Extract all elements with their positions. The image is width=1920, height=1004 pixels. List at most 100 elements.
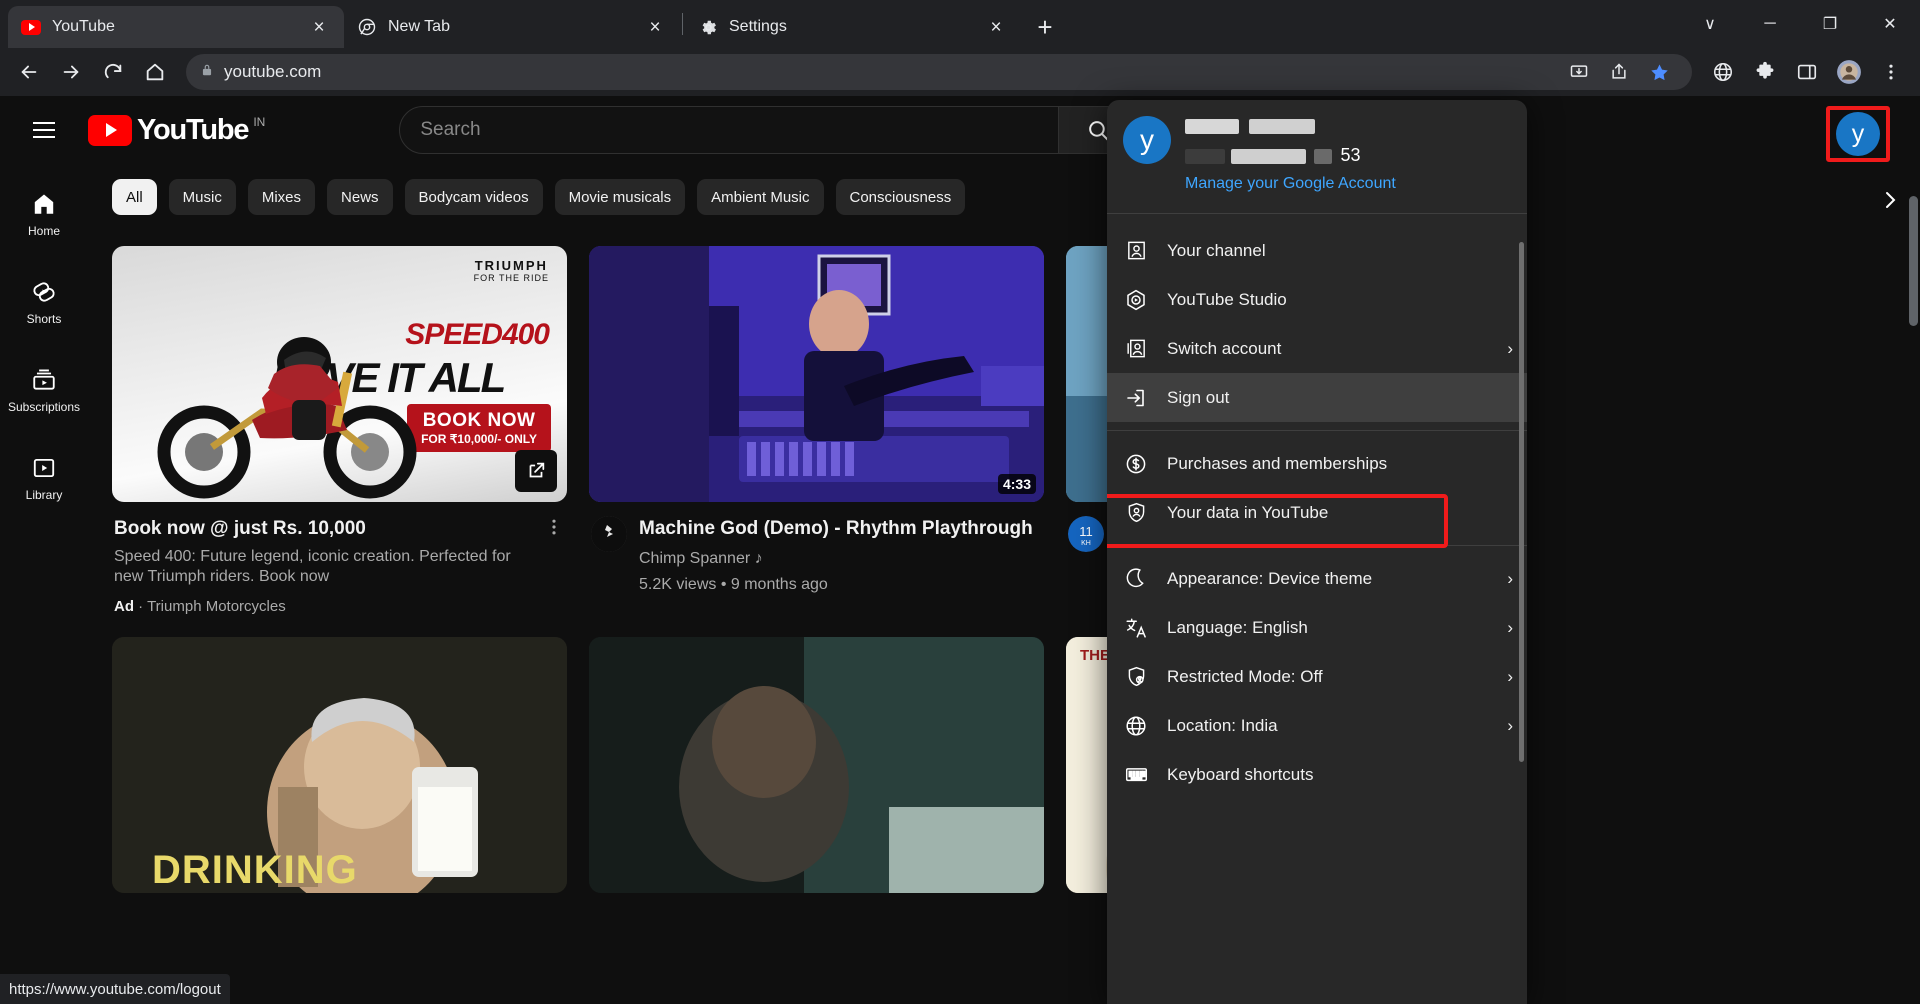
menu-item-language[interactable]: Language: English ›	[1107, 603, 1527, 652]
menu-item-restricted-mode[interactable]: Restricted Mode: Off ›	[1107, 652, 1527, 701]
new-tab-button[interactable]: +	[1027, 9, 1063, 45]
sidebar-item-label: Shorts	[27, 312, 62, 326]
chip-consciousness[interactable]: Consciousness	[836, 179, 966, 215]
sidebar-item-library[interactable]: Library	[0, 434, 88, 522]
chip-all[interactable]: All	[112, 179, 157, 215]
youtube-main: All Music Mixes News Bodycam videos Movi…	[90, 164, 1920, 1004]
install-app-icon[interactable]	[1560, 53, 1598, 91]
video-thumbnail[interactable]: DRINKING	[112, 637, 567, 893]
gear-icon	[697, 16, 719, 38]
youtube-logo[interactable]: YouTube IN	[88, 115, 265, 146]
sidebar-item-label: Library	[26, 488, 63, 502]
browser-tab-settings[interactable]: Settings ×	[685, 6, 1021, 48]
menu-scrollbar[interactable]	[1519, 242, 1524, 762]
external-link-icon[interactable]	[515, 450, 557, 492]
sidebar-item-shorts[interactable]: Shorts	[0, 258, 88, 346]
menu-item-appearance[interactable]: Appearance: Device theme ›	[1107, 554, 1527, 603]
video-thumbnail[interactable]: 4:33	[589, 246, 1044, 502]
sidebar-item-label: Subscriptions	[8, 400, 80, 414]
reload-icon[interactable]	[94, 53, 132, 91]
chip-movie-musicals[interactable]: Movie musicals	[555, 179, 686, 215]
chevron-right-icon: ›	[1507, 618, 1513, 638]
channel-name[interactable]: Chimp Spanner ♪	[639, 550, 1044, 568]
account-count-badge: 53	[1340, 145, 1360, 165]
side-panel-icon[interactable]	[1788, 53, 1826, 91]
address-bar[interactable]: youtube.com	[186, 54, 1692, 90]
menu-item-label: Sign out	[1167, 388, 1513, 408]
chip-ambient-music[interactable]: Ambient Music	[697, 179, 823, 215]
menu-item-label: Your data in YouTube	[1167, 503, 1513, 523]
shield-person-icon	[1123, 500, 1149, 526]
youtube-studio-icon	[1123, 287, 1149, 313]
menu-item-label: Location: India	[1167, 716, 1489, 736]
chevron-right-icon[interactable]	[1870, 180, 1910, 220]
chip-bodycam-videos[interactable]: Bodycam videos	[405, 179, 543, 215]
menu-item-purchases-and-memberships[interactable]: Purchases and memberships	[1107, 439, 1527, 488]
hamburger-menu-icon[interactable]	[20, 106, 68, 154]
tab-search-chevron-down-icon[interactable]: ∨	[1680, 0, 1740, 48]
menu-item-label: YouTube Studio	[1167, 290, 1513, 310]
extensions-puzzle-icon[interactable]	[1746, 53, 1784, 91]
menu-item-label: Purchases and memberships	[1167, 454, 1513, 474]
manage-google-account-link[interactable]: Manage your Google Account	[1185, 175, 1509, 193]
chip-mixes[interactable]: Mixes	[248, 179, 315, 215]
youtube-play-icon	[88, 115, 132, 146]
menu-item-keyboard-shortcuts[interactable]: Keyboard shortcuts	[1107, 750, 1527, 799]
ad-thumbnail[interactable]: TRIUMPH FOR THE RIDE SPEED400 HAVE IT AL…	[112, 246, 567, 502]
three-dot-menu-icon[interactable]	[541, 516, 567, 615]
avatar[interactable]	[591, 516, 627, 552]
menu-divider	[1107, 213, 1527, 214]
browser-tab-new-tab[interactable]: New Tab ×	[344, 6, 680, 48]
home-icon[interactable]	[136, 53, 174, 91]
sidebar-item-subscriptions[interactable]: Subscriptions	[0, 346, 88, 434]
chip-music[interactable]: Music	[169, 179, 236, 215]
filter-chip-bar: All Music Mixes News Bodycam videos Movi…	[90, 164, 1920, 224]
video-duration: 4:33	[998, 474, 1036, 494]
tab-close-button[interactable]: ×	[642, 14, 668, 40]
ad-title: Book now @ just Rs. 10,000	[114, 516, 529, 542]
menu-item-sign-out[interactable]: Sign out	[1107, 373, 1527, 422]
video-grid-row-1: TRIUMPH FOR THE RIDE SPEED400 HAVE IT AL…	[90, 224, 1920, 615]
tab-close-button[interactable]: ×	[983, 14, 1009, 40]
moon-icon	[1123, 566, 1149, 592]
ad-card[interactable]: TRIUMPH FOR THE RIDE SPEED400 HAVE IT AL…	[112, 246, 567, 615]
back-icon[interactable]	[10, 53, 48, 91]
thumbnail-art	[589, 637, 1044, 893]
subscriptions-icon	[31, 367, 57, 393]
youtube-sidebar: Home Shorts Subscriptions	[0, 164, 90, 1004]
page-scrollbar[interactable]	[1909, 196, 1918, 326]
search-input[interactable]: Search	[399, 106, 1059, 154]
youtube-body: Home Shorts Subscriptions	[0, 164, 1920, 1004]
browser-tab-youtube[interactable]: YouTube ×	[8, 6, 344, 48]
lock-icon	[200, 62, 214, 83]
menu-item-youtube-studio[interactable]: YouTube Studio	[1107, 275, 1527, 324]
menu-item-switch-account[interactable]: Switch account ›	[1107, 324, 1527, 373]
account-avatar-button[interactable]: y	[1826, 106, 1890, 162]
url-text: youtube.com	[224, 62, 1550, 82]
sidebar-item-home[interactable]: Home	[0, 170, 88, 258]
search-placeholder: Search	[420, 119, 480, 141]
maximize-button[interactable]: ❐	[1800, 0, 1860, 48]
tab-close-button[interactable]: ×	[306, 14, 332, 40]
video-card[interactable]: 4:33 Machine God (Demo) - Rhythm Playthr…	[589, 246, 1044, 615]
video-stats: 5.2K views • 9 months ago	[639, 576, 1044, 594]
bookmark-star-icon[interactable]	[1640, 53, 1678, 91]
restricted-shield-icon	[1123, 664, 1149, 690]
video-thumbnail[interactable]	[589, 637, 1044, 893]
share-icon[interactable]	[1600, 53, 1638, 91]
menu-item-your-data-in-youtube[interactable]: Your data in YouTube	[1107, 488, 1527, 537]
sign-out-icon	[1123, 385, 1149, 411]
menu-item-your-channel[interactable]: Your channel	[1107, 226, 1527, 275]
avatar[interactable]: 11KH	[1068, 516, 1104, 552]
account-email-redacted: 53	[1185, 145, 1509, 166]
youtube-icon	[20, 16, 42, 38]
translate-globe-icon[interactable]	[1704, 53, 1742, 91]
menu-item-location[interactable]: Location: India ›	[1107, 701, 1527, 750]
minimize-button[interactable]: ─	[1740, 0, 1800, 48]
close-window-button[interactable]: ✕	[1860, 0, 1920, 48]
three-dot-menu-icon[interactable]	[1872, 53, 1910, 91]
chip-news[interactable]: News	[327, 179, 393, 215]
menu-divider	[1107, 430, 1527, 431]
forward-icon[interactable]	[52, 53, 90, 91]
browser-profile-icon[interactable]	[1830, 53, 1868, 91]
